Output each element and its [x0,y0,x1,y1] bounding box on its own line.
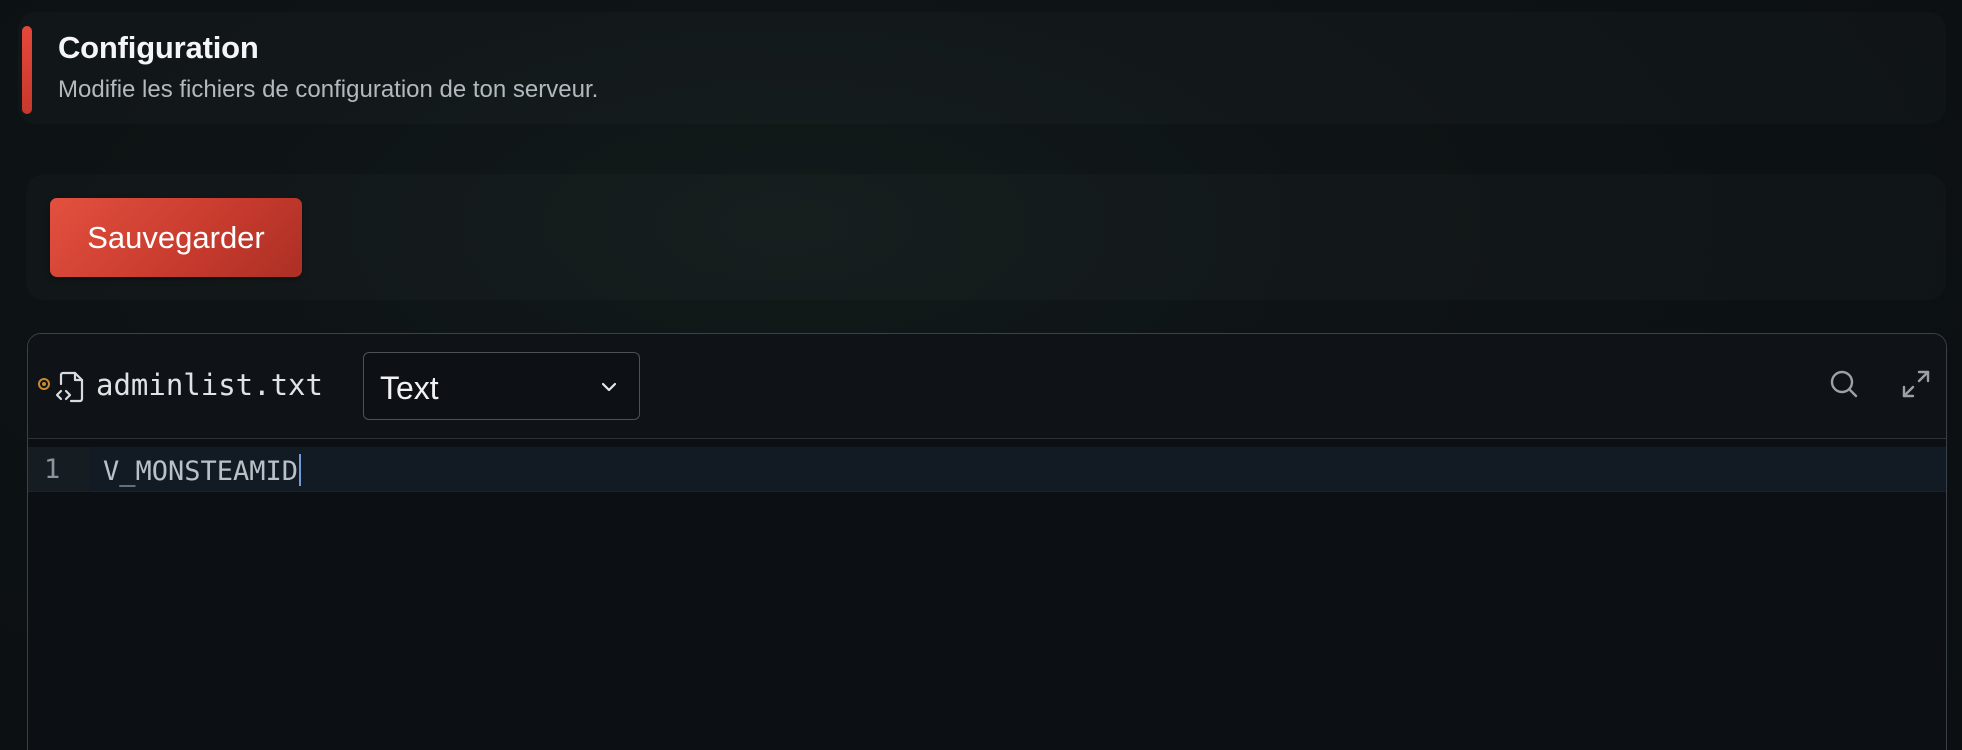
chevron-down-icon [601,382,617,392]
actions-card [26,174,1946,300]
configuration-page: Configuration Modifie les fichiers de co… [0,0,1962,750]
search-icon[interactable] [1824,364,1864,404]
code-line[interactable]: V_MONSTEAMID [103,454,302,487]
status-dot-icon [38,378,50,390]
expand-icon[interactable] [1896,364,1936,404]
language-select[interactable]: Text [363,352,640,420]
header-accent-bar [22,26,32,114]
page-title: Configuration [58,30,259,65]
editor-toolbar: adminlist.txt Text [28,334,1946,439]
save-button[interactable]: Sauvegarder [50,198,302,277]
code-area[interactable]: 1 V_MONSTEAMID [28,439,1946,750]
code-file-icon [55,371,84,403]
active-line-highlight [28,447,1946,492]
line-gutter: 1 [28,439,90,750]
code-line-text: V_MONSTEAMID [103,456,299,487]
code-editor: adminlist.txt Text 1 V_MONSTEAMID [27,333,1947,750]
header-card [18,12,1946,124]
page-subtitle: Modifie les fichiers de configuration de… [58,76,599,103]
file-name: adminlist.txt [96,368,323,402]
line-number: 1 [44,454,61,485]
language-select-value: Text [380,370,439,406]
text-cursor [299,454,302,486]
